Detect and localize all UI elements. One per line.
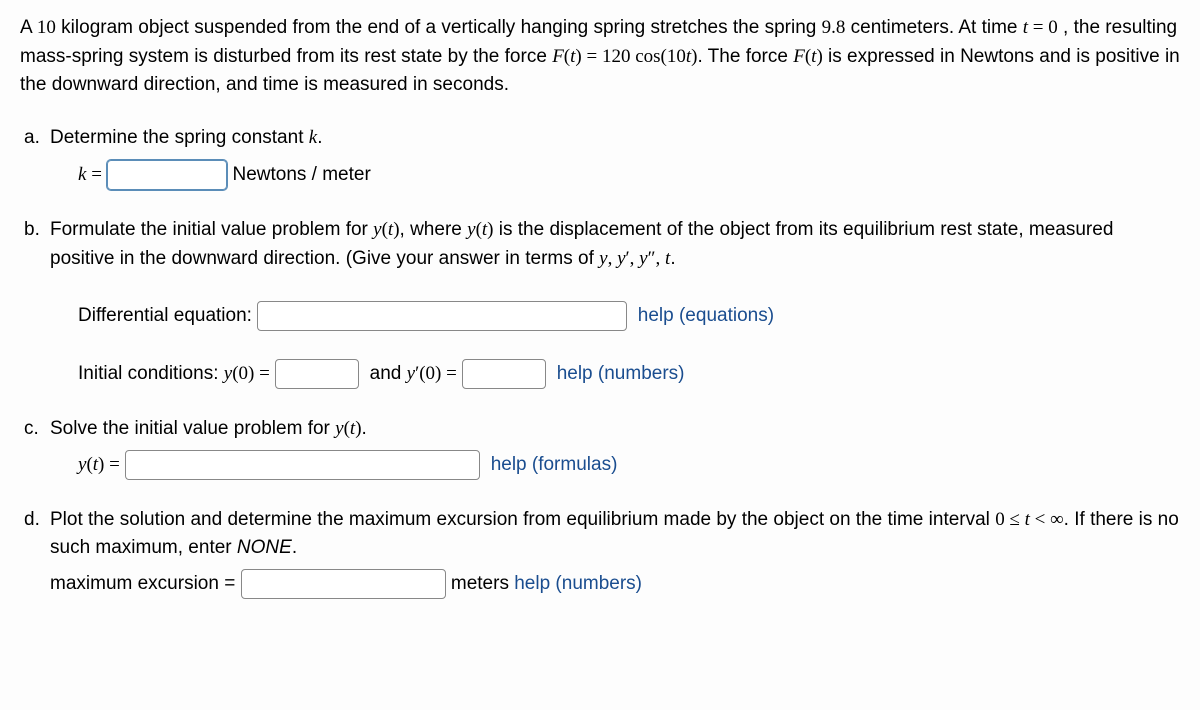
period: .	[317, 127, 322, 148]
de-label: Differential equation:	[78, 305, 252, 326]
part-b-marker: b.	[24, 216, 40, 245]
y0-expr: y(0) =	[224, 363, 270, 384]
problem-intro: A 10 kilogram object suspended from the …	[20, 14, 1180, 100]
ft-expr: F(t)	[793, 46, 823, 67]
part-a-text: Determine the spring constant	[50, 127, 309, 148]
part-d-text: Plot the solution and determine the maxi…	[50, 509, 995, 530]
intro-text: A	[20, 17, 37, 38]
part-b: b. Formulate the initial value problem f…	[50, 216, 1180, 389]
k-var: k	[309, 127, 317, 148]
period: .	[362, 418, 367, 439]
k-units: Newtons / meter	[232, 164, 370, 185]
part-b-text: , where	[400, 219, 468, 240]
yp0-expr: y′(0) =	[407, 363, 457, 384]
help-numbers-link[interactable]: help (numbers)	[557, 363, 685, 384]
yp0-input[interactable]	[462, 359, 546, 389]
help-formulas-link[interactable]: help (formulas)	[491, 454, 618, 475]
interval-expr: 0 ≤ t < ∞	[995, 509, 1063, 530]
part-c: c. Solve the initial value problem for y…	[50, 415, 1180, 480]
yt-expr: y(t)	[373, 219, 399, 240]
stretch-value: 9.8	[822, 17, 846, 38]
mass-value: 10	[37, 17, 56, 38]
force-expr: F(t) = 120 cos(10t)	[552, 46, 697, 67]
intro-text: . The force	[697, 46, 793, 67]
intro-text: centimeters. At time	[845, 17, 1022, 38]
k-input[interactable]	[107, 160, 227, 190]
de-input[interactable]	[257, 301, 627, 331]
none-text: NONE	[237, 537, 292, 558]
part-a-marker: a.	[24, 124, 40, 153]
maxex-units: meters	[451, 573, 514, 594]
part-c-marker: c.	[24, 415, 39, 444]
part-b-text: Formulate the initial value problem for	[50, 219, 373, 240]
yt-input[interactable]	[125, 450, 480, 480]
help-numbers-link2[interactable]: help (numbers)	[514, 573, 642, 594]
part-d-marker: d.	[24, 506, 40, 535]
maxex-input[interactable]	[241, 569, 446, 599]
k-equals: k =	[78, 164, 102, 185]
time-condition: t = 0	[1023, 17, 1058, 38]
yt-expr3: y(t)	[335, 418, 361, 439]
and-text: and	[370, 363, 407, 384]
intro-text: kilogram object suspended from the end o…	[56, 17, 822, 38]
help-equations-link[interactable]: help (equations)	[638, 305, 774, 326]
yt-equals: y(t) =	[78, 454, 120, 475]
period: .	[292, 537, 297, 558]
part-d: d. Plot the solution and determine the m…	[50, 506, 1180, 599]
ic-label: Initial conditions:	[78, 363, 224, 384]
period: .	[670, 248, 675, 269]
part-a: a. Determine the spring constant k. k = …	[50, 124, 1180, 191]
vars-list: y, y′, y″, t	[599, 248, 670, 269]
y0-input[interactable]	[275, 359, 359, 389]
maxex-label: maximum excursion =	[50, 573, 235, 594]
yt-expr2: y(t)	[467, 219, 493, 240]
part-c-text: Solve the initial value problem for	[50, 418, 335, 439]
